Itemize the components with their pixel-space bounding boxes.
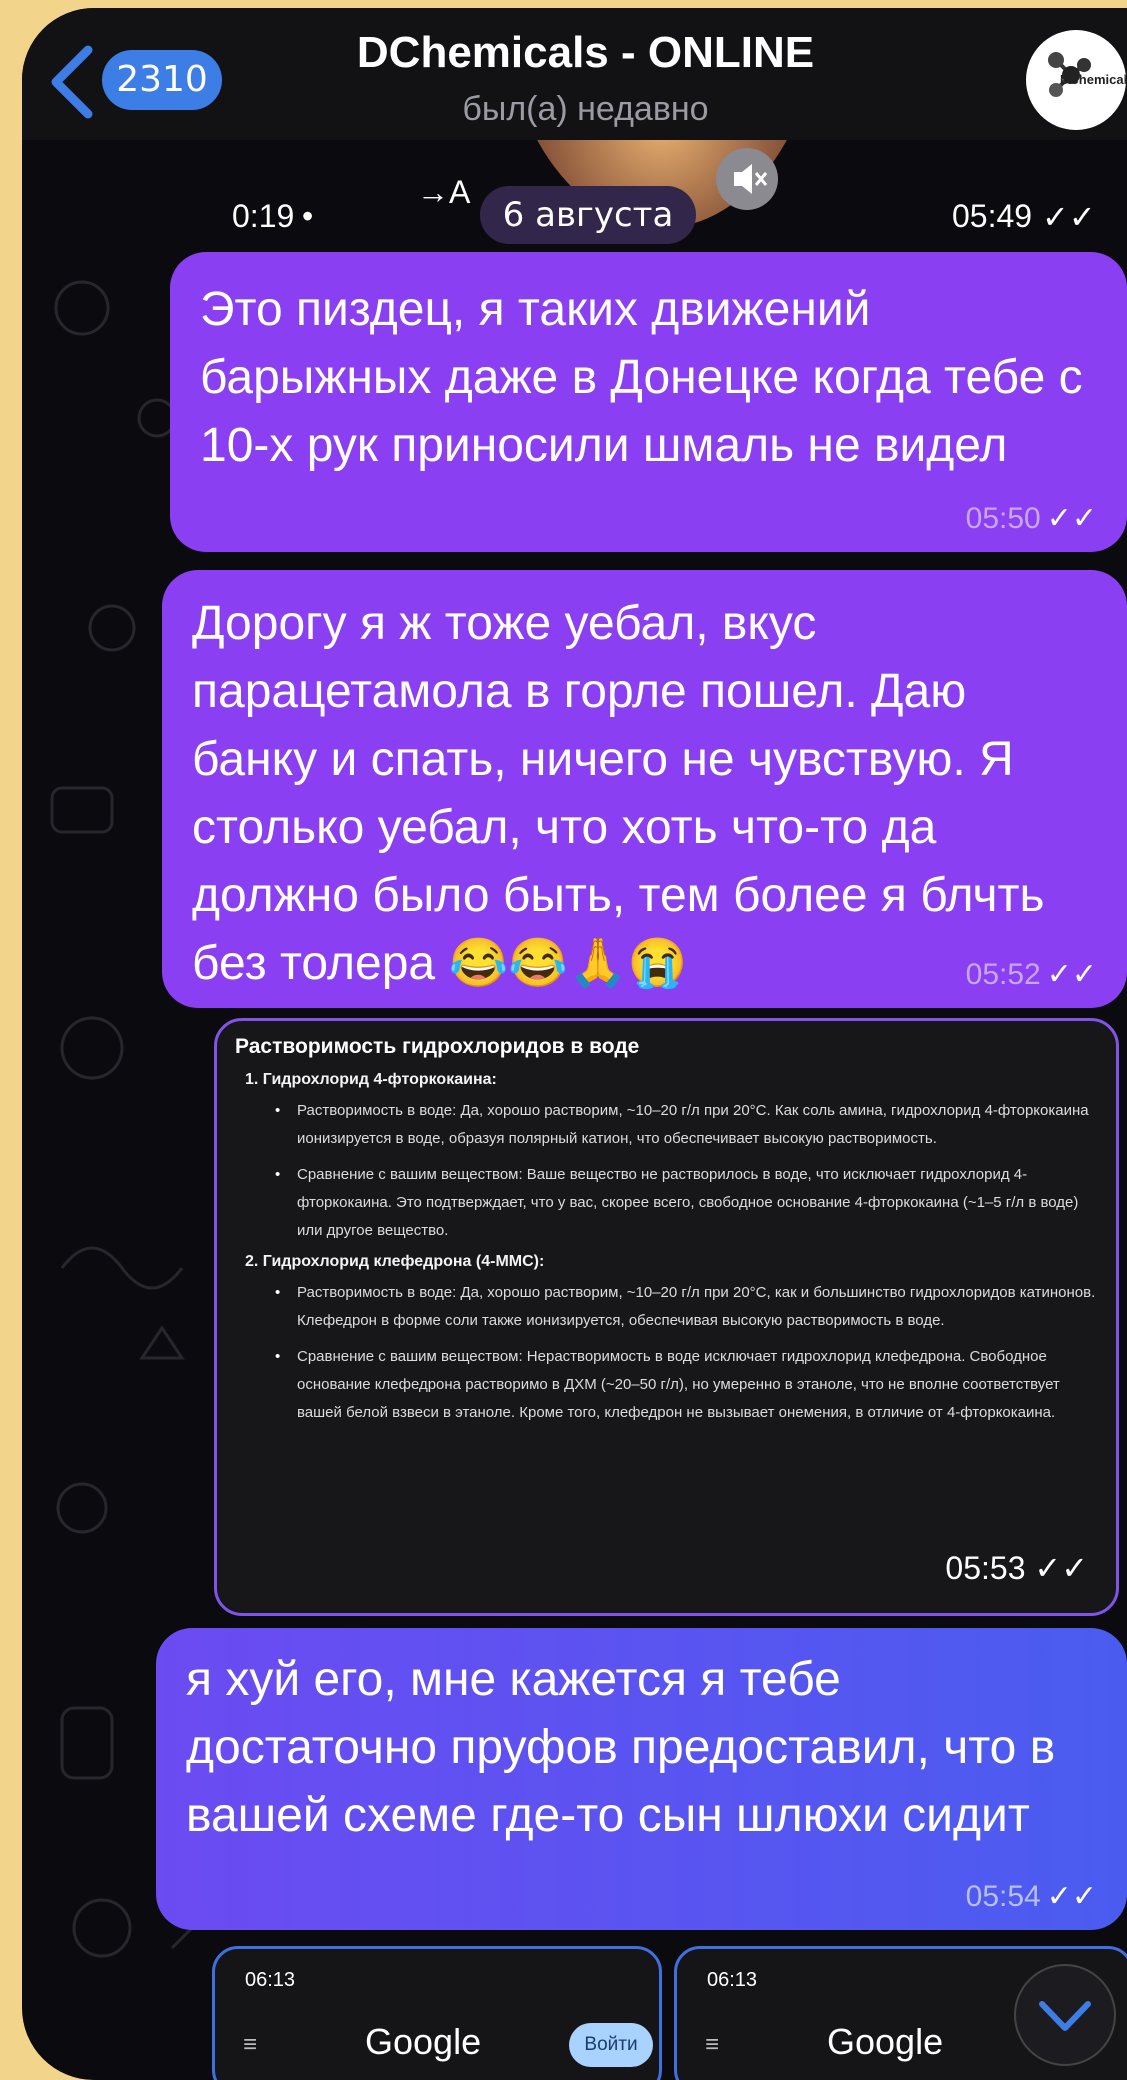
scroll-down-button[interactable] [1014,1964,1116,2066]
message-bubble[interactable]: Это пиздец, я таких движений барыжных да… [170,252,1127,552]
video-read-ticks: ✓✓ [1042,199,1096,235]
hamburger-menu-icon: ≡ [243,2031,258,2058]
status-time: 06:13 [245,1969,296,1991]
read-ticks-icon: ✓✓ [1046,958,1097,991]
message-time: 05:53 ✓✓ [945,1550,1088,1586]
phone-screenshot[interactable]: 06:13 ≡ Google Войти [212,1946,662,2080]
avatar-label: DChemicals [1060,72,1126,87]
chat-screen: 2310 DChemicals - ONLINE был(а) недавно … [22,8,1127,2080]
card-section-title: 2. Гидрохлорид клефедрона (4-ММС): [245,1253,545,1270]
message-time: 05:50 ✓✓ [965,502,1097,535]
recording-dot: • [302,198,314,234]
date-separator: 6 августа [480,186,696,244]
read-ticks-icon: ✓✓ [1046,502,1097,535]
message-text: Дорогу я ж тоже уебал, вкус парацетамола… [192,597,1045,990]
chat-header: 2310 DChemicals - ONLINE был(а) недавно … [22,8,1127,140]
google-logo: Google [365,2021,482,2062]
card-heading: Растворимость гидрохлоридов в воде [235,1035,640,1058]
message-bubble[interactable]: Дорогу я ж тоже уебал, вкус парацетамола… [162,570,1127,1008]
message-text: Это пиздец, я таких движений барыжных да… [200,283,1083,472]
card-bullet: Сравнение с вашим веществом: Нерастворим… [275,1343,1098,1427]
google-logo: Google [827,2021,944,2062]
card-section-title: 1. Гидрохлорид 4-фторкокаина: [245,1071,497,1088]
message-text: я хуй его, мне кажется я тебе достаточно… [186,1653,1056,1842]
read-ticks-icon: ✓✓ [1046,1880,1097,1913]
status-time: 06:13 [707,1969,758,1991]
video-time: 05:49 [952,198,1033,234]
chevron-down-icon [1039,2001,1091,2031]
card-bullet: Сравнение с вашим веществом: Ваше вещест… [275,1161,1098,1245]
mute-icon[interactable] [716,148,778,210]
message-time: 05:54 ✓✓ [965,1880,1097,1913]
hamburger-menu-icon: ≡ [705,2031,720,2058]
login-button: Войти [569,2023,653,2067]
avatar[interactable]: DChemicals [1026,30,1126,130]
video-duration: 0:19 [232,198,295,234]
read-ticks-icon: ✓✓ [1034,1550,1088,1586]
card-bullet: Растворимость в воде: Да, хорошо раствор… [275,1279,1098,1335]
image-album[interactable]: 06:13 ≡ Google Войти 06:13 ≡ Google [212,1946,1127,2080]
screenshot-image-message[interactable]: Растворимость гидрохлоридов в воде 1. Ги… [214,1018,1119,1616]
message-time: 05:52 ✓✓ [965,958,1097,991]
message-bubble[interactable]: я хуй его, мне кажется я тебе достаточно… [156,1628,1127,1930]
chat-title[interactable]: DChemicals - ONLINE [22,28,1127,78]
card-bullet: Растворимость в воде: Да, хорошо раствор… [275,1097,1098,1153]
chat-status: был(а) недавно [462,90,709,128]
speaker-off-icon [734,164,768,194]
forward-label: →A [417,174,471,210]
